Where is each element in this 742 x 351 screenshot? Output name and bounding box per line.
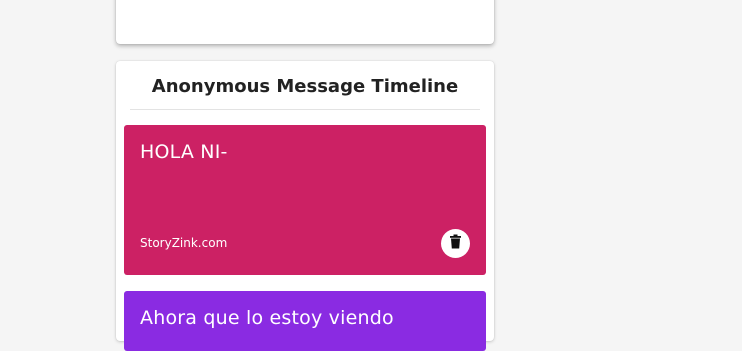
trash-icon [449, 234, 462, 253]
message-card: Ahora que lo estoy viendo [124, 291, 486, 351]
previous-card [116, 0, 494, 44]
message-text: Ahora que lo estoy viendo [140, 307, 394, 329]
message-card: HOLA NI- StoryZink.com [124, 125, 486, 275]
message-source: StoryZink.com [140, 236, 228, 250]
delete-button[interactable] [441, 229, 470, 258]
timeline-title: Anonymous Message Timeline [130, 75, 480, 110]
message-timeline-card: Anonymous Message Timeline HOLA NI- Stor… [116, 61, 494, 351]
message-text: HOLA NI- [140, 141, 228, 163]
